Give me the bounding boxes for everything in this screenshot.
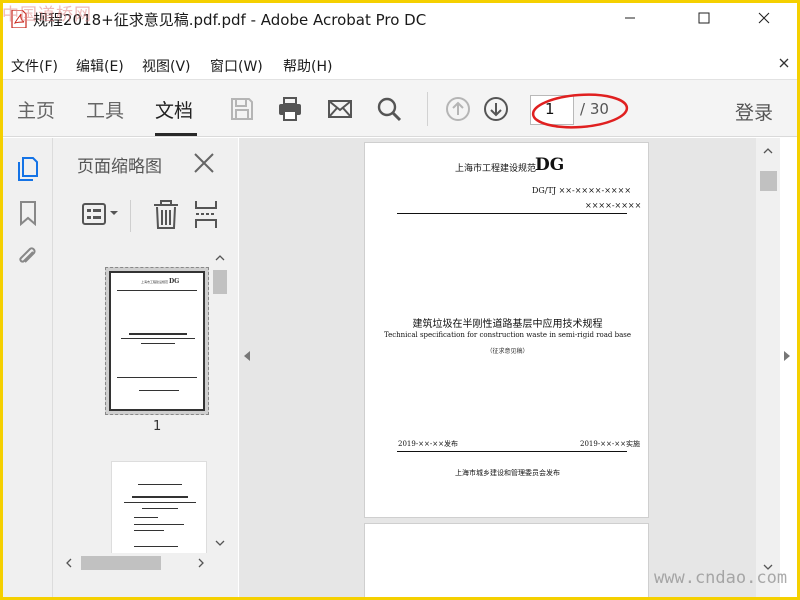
pdf-page-2 — [364, 523, 649, 597]
save-icon[interactable] — [229, 96, 255, 122]
page-header-org: 上海市工程建设规范 — [455, 164, 537, 174]
thumbnail-horizontal-scrollbar[interactable] — [61, 553, 211, 573]
page-standard-code: DG/TJ ××-××××-×××× — [532, 186, 632, 195]
login-button[interactable]: 登录 — [735, 98, 773, 125]
menu-edit[interactable]: 编辑(E) — [76, 56, 124, 76]
highlight-ellipse — [531, 93, 629, 129]
watermark-bottom: www.cndao.com — [654, 568, 788, 588]
page-up-icon[interactable] — [445, 96, 471, 122]
close-document-icon[interactable] — [779, 58, 789, 68]
thumbnail-panel: 页面缩略图 上海市工程建设规范 DG 1 — [53, 138, 238, 597]
page-issuer: 上海市城乡建设和管理委员会发布 — [455, 469, 560, 477]
collapse-left-panel-icon[interactable] — [243, 350, 251, 362]
page-header-code: DG — [535, 155, 565, 175]
document-vertical-scrollbar[interactable] — [756, 138, 780, 597]
doc-scroll-up-arrow-icon[interactable] — [763, 147, 773, 155]
page-thumbnails-icon[interactable] — [15, 156, 41, 182]
document-view[interactable]: 上海市工程建设规范 DG DG/TJ ××-××××-×××× ××××-×××… — [239, 138, 761, 597]
close-icon — [758, 12, 770, 24]
thumbnail-toolbar — [53, 198, 238, 236]
watermark-top: 中国道桥网 — [2, 5, 92, 25]
delete-page-icon[interactable] — [151, 198, 181, 230]
page-issue-date: 2019-××-××发布 — [398, 440, 459, 448]
thumbnail-page-number: 1 — [153, 419, 162, 434]
print-icon[interactable] — [277, 96, 303, 122]
main-toolbar: 主页 工具 文档 1 / 30 登录 — [3, 79, 797, 137]
thumbnail-page-2[interactable] — [111, 461, 207, 553]
menu-bar: 文件(F) 编辑(E) 视图(V) 窗口(W) 帮助(H) — [3, 53, 797, 77]
menu-view[interactable]: 视图(V) — [142, 56, 191, 76]
pdf-page-1: 上海市工程建设规范 DG DG/TJ ××-××××-×××× ××××-×××… — [364, 142, 649, 518]
bookmark-icon[interactable] — [15, 200, 41, 226]
thumbnail-hscroll-thumb[interactable] — [81, 556, 161, 570]
thumbnail-toolbar-separator — [130, 200, 131, 232]
thumbnail-page-1[interactable]: 上海市工程建设规范 DG — [105, 267, 209, 415]
maximize-button[interactable] — [681, 3, 727, 33]
insert-page-icon[interactable] — [193, 198, 219, 230]
menu-help[interactable]: 帮助(H) — [283, 56, 332, 76]
page-effective-date: 2019-××-××实施 — [580, 440, 641, 448]
page-title-english: Technical specification for construction… — [383, 331, 632, 339]
email-icon[interactable] — [327, 96, 353, 122]
page-title-chinese: 建筑垃圾在半刚性道路基层中应用技术规程 — [412, 319, 603, 330]
tab-tools[interactable]: 工具 — [86, 96, 124, 123]
scroll-left-arrow-icon[interactable] — [65, 558, 73, 568]
scroll-up-arrow-icon[interactable] — [215, 254, 225, 262]
maximize-icon — [698, 12, 710, 24]
navigation-rail — [3, 138, 53, 597]
thumbnail-list[interactable]: 上海市工程建设规范 DG 1 — [53, 250, 213, 553]
menu-window[interactable]: 窗口(W) — [210, 56, 263, 76]
acrobat-window: 规程2018+征求意见稿.pdf.pdf - Adobe Acrobat Pro… — [3, 3, 797, 597]
page-record-code: ××××-×××× — [585, 201, 642, 210]
close-panel-icon[interactable] — [193, 152, 215, 174]
thumbnail-panel-title: 页面缩略图 — [77, 157, 162, 177]
scroll-down-arrow-icon[interactable] — [215, 539, 225, 547]
minimize-icon — [625, 17, 635, 19]
thumbnail-scroll-thumb[interactable] — [213, 270, 227, 294]
thumbnail-options-icon[interactable] — [81, 198, 121, 230]
menu-file[interactable]: 文件(F) — [11, 56, 58, 76]
attachment-icon[interactable] — [15, 244, 41, 270]
close-window-button[interactable] — [741, 3, 787, 33]
document-scroll-thumb[interactable] — [760, 171, 777, 191]
toolbar-separator — [427, 92, 428, 126]
title-bar: 规程2018+征求意见稿.pdf.pdf - Adobe Acrobat Pro… — [3, 3, 797, 33]
page-down-icon[interactable] — [483, 96, 509, 122]
minimize-button[interactable] — [607, 3, 653, 33]
tab-home[interactable]: 主页 — [17, 96, 55, 123]
scroll-right-arrow-icon[interactable] — [197, 558, 205, 568]
page-draft-note: （征求意见稿） — [486, 348, 529, 355]
thumbnail-vertical-scrollbar[interactable] — [211, 250, 228, 553]
tab-document[interactable]: 文档 — [155, 96, 193, 123]
search-icon[interactable] — [376, 96, 402, 122]
expand-right-panel-icon[interactable] — [783, 350, 791, 362]
page-top-rule — [397, 213, 627, 214]
active-tab-indicator — [155, 133, 197, 136]
page-bottom-rule — [397, 451, 627, 452]
thumbnail-page-1-preview: 上海市工程建设规范 DG — [109, 271, 205, 411]
